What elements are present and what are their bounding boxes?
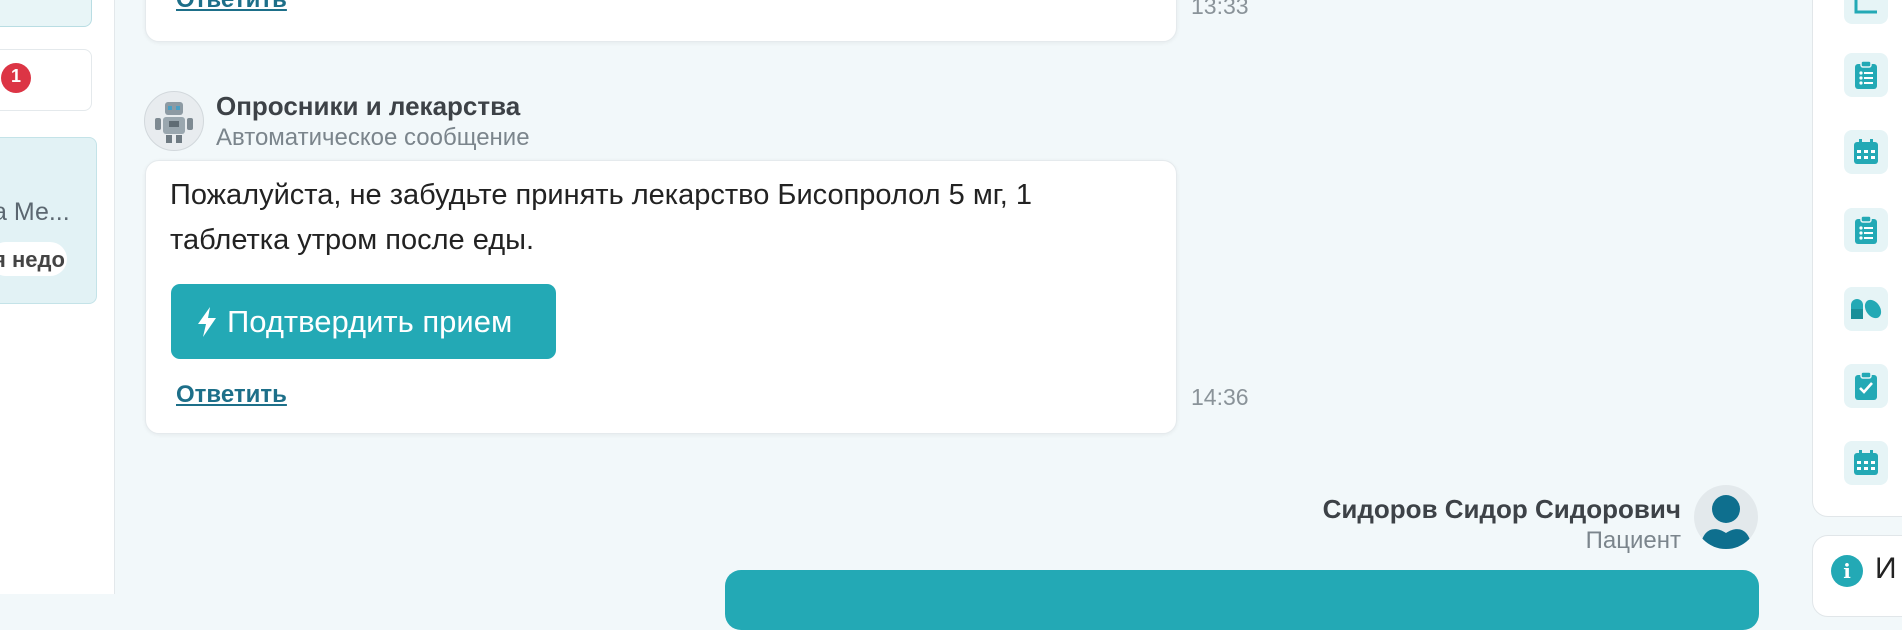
info-icon: i <box>1831 555 1863 587</box>
sender-name: Сидоров Сидор Сидорович <box>1322 494 1681 524</box>
message-bubble <box>145 0 1177 42</box>
reply-link[interactable]: Ответить <box>176 381 287 409</box>
tool-questionnaire[interactable] <box>1844 53 1888 97</box>
calendar-icon <box>1854 450 1878 475</box>
user-icon <box>1700 495 1752 549</box>
reply-link[interactable]: Ответить <box>176 0 287 14</box>
chat-list-item-active[interactable]: а Ме... я недо <box>0 137 97 304</box>
chart-icon <box>1854 0 1877 14</box>
confirm-intake-button[interactable]: Подтвердить прием <box>171 284 556 359</box>
bot-avatar <box>144 91 204 151</box>
chat-list-item-name: а Ме... <box>0 198 70 226</box>
message-time: 13:33 <box>1191 0 1249 19</box>
message-time: 14:36 <box>1191 384 1249 410</box>
tool-calendar[interactable] <box>1844 130 1888 174</box>
tool-questionnaire-2[interactable] <box>1844 208 1888 252</box>
message-text: Пожалуйста, не забудьте принять лекарств… <box>170 179 1033 256</box>
sender-name: Опросники и лекарства <box>216 91 521 121</box>
clipboard-list-icon <box>1855 60 1877 89</box>
pills-icon <box>1851 299 1882 319</box>
sender-role: Автоматическое сообщение <box>216 124 530 151</box>
calendar-icon <box>1854 139 1878 164</box>
clipboard-check-icon <box>1855 371 1877 400</box>
right-toolbar: i И <box>1785 0 1902 617</box>
tool-schedule[interactable] <box>1844 441 1888 485</box>
tool-chart[interactable] <box>1844 0 1888 24</box>
confirm-intake-label: Подтвердить прием <box>227 303 513 339</box>
info-card-title: И <box>1875 552 1897 585</box>
unread-badge: 1 <box>1 63 32 93</box>
clipboard-list-icon <box>1855 215 1877 244</box>
patient-avatar <box>1694 485 1758 549</box>
robot-icon <box>155 102 193 143</box>
tool-medications[interactable] <box>1844 287 1888 331</box>
chat-list-sidebar: 1 а Ме... я недо <box>0 0 115 594</box>
outgoing-message-bubble <box>725 570 1759 630</box>
tool-tasks[interactable] <box>1844 364 1888 408</box>
bolt-icon <box>198 306 216 337</box>
chat-list-item[interactable] <box>0 0 92 27</box>
chat-list-item[interactable]: 1 <box>0 49 92 111</box>
sender-role: Пациент <box>1585 527 1681 554</box>
chat-list-item-preview: я недо <box>0 247 65 272</box>
